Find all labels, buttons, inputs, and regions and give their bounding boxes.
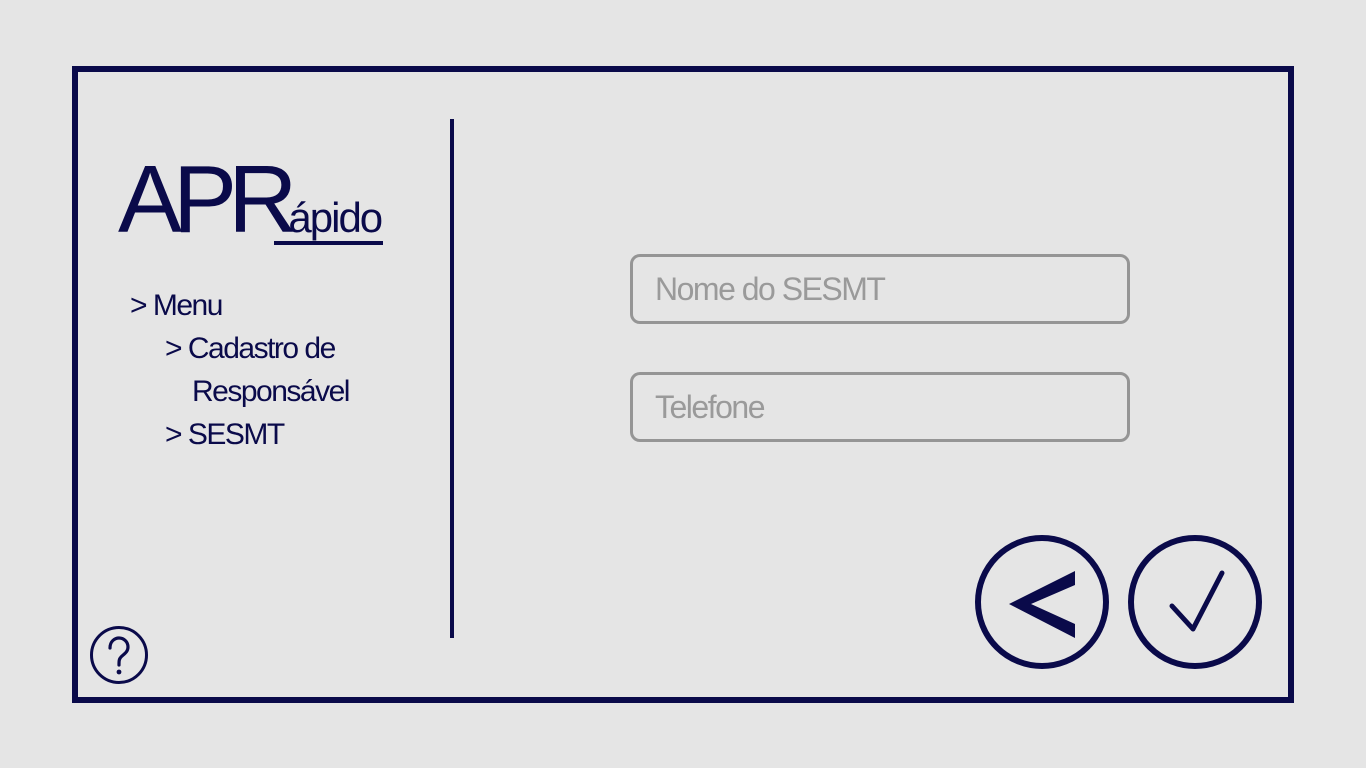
menu-item-sesmt[interactable]: > SESMT: [165, 419, 285, 451]
vertical-divider: [450, 119, 454, 638]
confirm-button[interactable]: [1128, 535, 1262, 669]
back-button[interactable]: [975, 535, 1109, 669]
app-logo: APRápido: [118, 146, 384, 253]
logo-sub-text: ápido: [274, 197, 384, 245]
help-button[interactable]: [90, 626, 148, 684]
menu-item-menu[interactable]: > Menu: [130, 290, 223, 322]
menu-item-cadastro-responsavel-line2[interactable]: Responsável: [192, 376, 350, 408]
chevron-left-icon: [1009, 571, 1075, 638]
nome-sesmt-input[interactable]: [630, 254, 1130, 324]
menu-item-cadastro-responsavel[interactable]: > Cadastro de: [165, 333, 336, 365]
checkmark-icon: [1169, 570, 1225, 632]
telefone-input[interactable]: [630, 372, 1130, 442]
logo-main-text: APR: [118, 146, 297, 253]
question-mark-icon: [108, 636, 130, 675]
